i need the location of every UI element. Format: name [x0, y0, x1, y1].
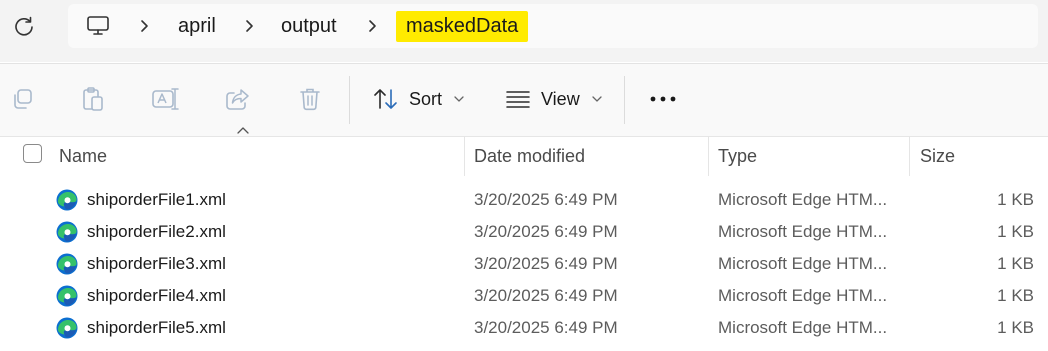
edge-file-icon	[56, 221, 78, 243]
file-name: shiporderFile2.xml	[87, 222, 226, 241]
this-pc-icon	[87, 16, 109, 35]
file-name: shiporderFile3.xml	[87, 254, 226, 273]
file-name: shiporderFile5.xml	[87, 318, 226, 337]
file-name-cell: shiporderFile5.xml	[55, 312, 226, 344]
file-row[interactable]: shiporderFile2.xml 3/20/2025 6:49 PM Mic…	[0, 216, 1048, 248]
address-bar-area: april output maskedData	[0, 0, 1048, 62]
file-size: 1 KB	[997, 254, 1034, 273]
column-header-type[interactable]: Type	[718, 136, 757, 176]
paste-button[interactable]	[78, 82, 108, 116]
column-header-label: Date modified	[474, 145, 586, 166]
refresh-button[interactable]	[10, 12, 38, 40]
file-row[interactable]: shiporderFile1.xml 3/20/2025 6:49 PM Mic…	[0, 184, 1048, 216]
sort-button[interactable]: Sort	[373, 80, 464, 118]
file-name: shiporderFile1.xml	[87, 190, 226, 209]
file-type: Microsoft Edge HTM...	[718, 254, 888, 273]
file-date: 3/20/2025 6:49 PM	[474, 318, 618, 337]
file-name-cell: shiporderFile2.xml	[55, 216, 226, 248]
chevron-down-icon	[454, 96, 464, 102]
file-row[interactable]: shiporderFile3.xml 3/20/2025 6:49 PM Mic…	[0, 248, 1048, 280]
breadcrumb-chevron-icon	[245, 4, 255, 48]
edge-file-icon	[56, 253, 78, 275]
edge-file-icon	[56, 317, 78, 339]
file-size: 1 KB	[997, 318, 1034, 337]
select-all-checkbox[interactable]	[23, 144, 42, 163]
view-icon	[506, 91, 530, 108]
column-header-label: Size	[920, 145, 956, 166]
breadcrumb-label: output	[281, 14, 337, 37]
sort-ascending-caret-icon	[237, 127, 249, 134]
file-type: Microsoft Edge HTM...	[718, 318, 888, 337]
refresh-icon	[15, 16, 33, 36]
delete-button[interactable]	[295, 82, 325, 116]
view-label: View	[541, 88, 580, 109]
sort-icon	[374, 89, 397, 109]
file-name-cell: shiporderFile4.xml	[55, 280, 226, 312]
toolbar-divider	[349, 76, 350, 124]
breadcrumb-item-april[interactable]: april	[178, 4, 216, 48]
file-type: Microsoft Edge HTM...	[718, 222, 888, 241]
file-size: 1 KB	[997, 190, 1034, 209]
file-size: 1 KB	[997, 222, 1034, 241]
delete-icon	[300, 88, 320, 111]
breadcrumb-item-output[interactable]: output	[281, 4, 337, 48]
file-name-cell: shiporderFile3.xml	[55, 248, 226, 280]
view-button[interactable]: View	[505, 80, 602, 118]
copy-icon	[14, 89, 32, 109]
file-date: 3/20/2025 6:49 PM	[474, 222, 618, 241]
more-options-icon	[650, 96, 676, 102]
breadcrumb-label: maskedData	[396, 10, 529, 42]
file-size: 1 KB	[997, 286, 1034, 305]
this-pc-crumb[interactable]	[86, 4, 110, 48]
file-date: 3/20/2025 6:49 PM	[474, 190, 618, 209]
share-icon	[226, 89, 249, 110]
file-name: shiporderFile4.xml	[87, 286, 226, 305]
share-button[interactable]	[223, 82, 253, 116]
breadcrumb-item-maskeddata[interactable]: maskedData	[396, 4, 529, 48]
sort-label: Sort	[409, 88, 443, 109]
column-header-label: Name	[59, 145, 108, 166]
edge-file-icon	[56, 189, 78, 211]
column-header-row: Name Date modified Type Size	[0, 136, 1048, 176]
column-divider[interactable]	[464, 136, 465, 176]
column-header-name[interactable]: Name	[59, 136, 107, 176]
file-name-cell: shiporderFile1.xml	[55, 184, 226, 216]
column-header-size[interactable]: Size	[920, 136, 955, 176]
rename-icon	[152, 88, 179, 110]
more-options-button[interactable]	[648, 82, 678, 116]
chevron-down-icon	[592, 96, 602, 102]
file-row[interactable]: shiporderFile5.xml 3/20/2025 6:49 PM Mic…	[0, 312, 1048, 344]
breadcrumb-chevron-icon	[368, 4, 378, 48]
edge-file-icon	[56, 285, 78, 307]
copy-button[interactable]	[7, 82, 37, 116]
file-type: Microsoft Edge HTM...	[718, 190, 888, 209]
breadcrumb-label: april	[178, 14, 216, 37]
paste-icon	[83, 87, 103, 111]
file-date: 3/20/2025 6:49 PM	[474, 286, 618, 305]
file-type: Microsoft Edge HTM...	[718, 286, 888, 305]
file-row[interactable]: shiporderFile4.xml 3/20/2025 6:49 PM Mic…	[0, 280, 1048, 312]
column-header-date[interactable]: Date modified	[474, 136, 585, 176]
command-bar: Sort View	[0, 63, 1048, 137]
file-date: 3/20/2025 6:49 PM	[474, 254, 618, 273]
breadcrumb-chevron-icon	[140, 4, 150, 48]
breadcrumb[interactable]: april output maskedData	[68, 4, 1038, 48]
toolbar-divider	[624, 76, 625, 124]
column-divider[interactable]	[909, 136, 910, 176]
rename-button[interactable]	[150, 82, 180, 116]
column-header-label: Type	[718, 145, 758, 166]
column-divider[interactable]	[708, 136, 709, 176]
